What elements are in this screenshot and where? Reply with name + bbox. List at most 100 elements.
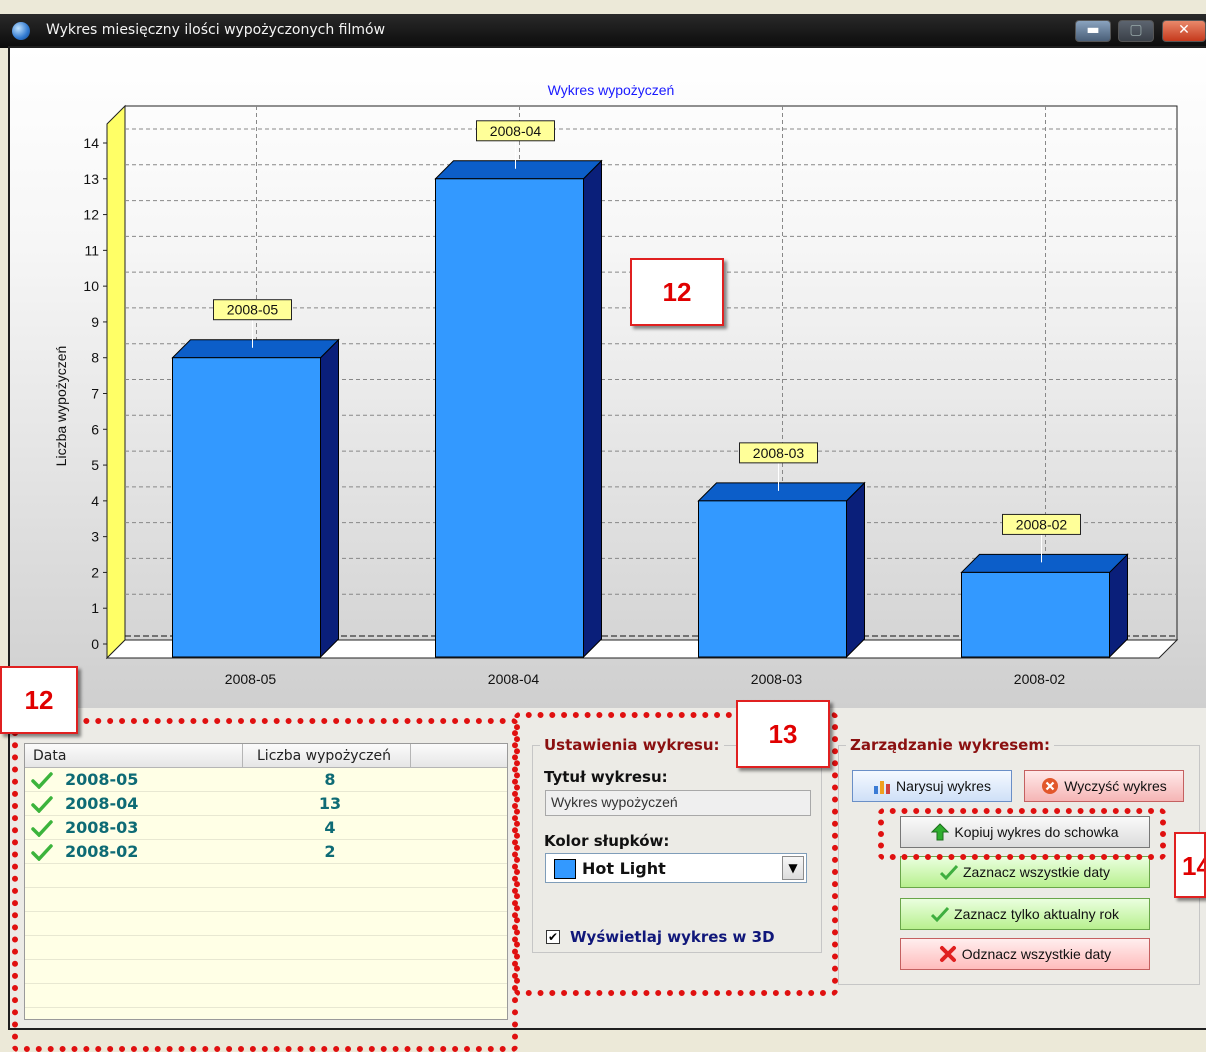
data-label: 2008-05 [227, 302, 279, 318]
y-tick-label: 3 [91, 529, 99, 545]
y-tick-label: 5 [91, 457, 99, 473]
settings-callout: 13 [736, 700, 830, 768]
table-row[interactable]: 2008-05 8 [25, 768, 507, 792]
row-count: 8 [324, 770, 336, 789]
bar [961, 571, 1110, 658]
copy-chart-button[interactable]: Kopiuj wykres do schowka [900, 816, 1150, 848]
data-label: 2008-02 [1016, 516, 1068, 532]
background-strip [0, 0, 1206, 14]
copy-chart-label: Kopiuj wykres do schowka [954, 824, 1119, 840]
deselect-all-dates-label: Odznacz wszystkie daty [961, 946, 1112, 962]
y-tick-label: 6 [91, 421, 99, 437]
row-date: 2008-02 [65, 842, 139, 861]
bar-top [171, 339, 340, 359]
app-icon [12, 22, 30, 40]
checkmark-icon [939, 864, 958, 881]
row-count: 4 [324, 818, 336, 837]
table-row[interactable]: 2008-04 13 [25, 792, 507, 816]
chart-icon [874, 781, 891, 794]
clear-chart-button[interactable]: Wyczyść wykres [1024, 770, 1184, 802]
y-tick-label: 9 [91, 314, 99, 330]
y-tick-label: 13 [83, 171, 99, 187]
select-all-dates-label: Zaznacz wszystkie daty [962, 864, 1111, 880]
table-row [25, 960, 507, 984]
column-header-date[interactable]: Data [25, 744, 243, 768]
row-date: 2008-04 [65, 794, 139, 813]
bar [698, 500, 847, 658]
checkmark-icon[interactable] [31, 795, 53, 813]
table-row [25, 1008, 507, 1019]
chart-left-wall [106, 104, 126, 660]
table-row[interactable]: 2008-03 4 [25, 816, 507, 840]
close-button[interactable]: ✕ [1162, 20, 1206, 42]
copy-callout-text: 14 [1182, 851, 1204, 881]
bar [172, 357, 321, 658]
row-count: 13 [318, 794, 342, 813]
checkmark-icon[interactable] [31, 843, 53, 861]
row-count: 2 [324, 842, 336, 861]
window-title: Wykres miesięczny ilości wypożyczonych f… [46, 22, 386, 38]
show-3d-label[interactable]: Wyświetlaj wykres w 3D [570, 928, 775, 946]
data-label: 2008-04 [490, 123, 542, 139]
bar [435, 178, 584, 658]
bar-chart: Wykres wypożyczeń Liczba wypożyczeń 0123… [53, 82, 1179, 687]
table-row [25, 888, 507, 912]
settings-group-title: Ustawienia wykresu: [540, 736, 724, 754]
table-row [25, 912, 507, 936]
table-row[interactable]: 2008-02 2 [25, 840, 507, 864]
checkmark-icon [931, 906, 950, 923]
x-tick-label: 2008-02 [1014, 671, 1066, 687]
list-callout: 12 [0, 666, 78, 734]
y-tick-label: 1 [91, 600, 99, 616]
bar-color-select[interactable]: Hot Light ▼ [545, 853, 807, 883]
y-tick-label: 12 [83, 207, 99, 223]
x-tick-label: 2008-04 [488, 671, 540, 687]
color-swatch [554, 859, 576, 879]
draw-chart-label: Narysuj wykres [896, 778, 991, 794]
management-group-title: Zarządzanie wykresem: [846, 736, 1054, 754]
x-tick-label: 2008-03 [751, 671, 803, 687]
chart-callout: 12 [630, 258, 724, 326]
select-all-dates-button[interactable]: Zaznacz wszystkie daty [900, 856, 1150, 888]
bar-color-label: Kolor słupków: [544, 832, 670, 850]
bar-side [846, 481, 865, 659]
bar-top [960, 553, 1129, 573]
checkmark-icon[interactable] [31, 819, 53, 837]
y-tick-label: 2 [91, 564, 99, 580]
column-header-count[interactable]: Liczba wypożyczeń [243, 744, 411, 768]
row-date: 2008-05 [65, 770, 139, 789]
table-row [25, 936, 507, 960]
window-titlebar[interactable]: Wykres miesięczny ilości wypożyczonych f… [0, 14, 1206, 48]
chart-area: Wykres wypożyczeń Liczba wypożyczeń 0123… [10, 48, 1206, 708]
chevron-down-icon[interactable]: ▼ [782, 856, 804, 880]
checkmark-icon[interactable] [31, 771, 53, 789]
y-tick-label: 11 [84, 242, 99, 258]
show-3d-checkbox[interactable]: ✔ [546, 930, 560, 944]
deselect-all-dates-button[interactable]: Odznacz wszystkie daty [900, 938, 1150, 970]
y-tick-label: 4 [91, 493, 99, 509]
table-row [25, 864, 507, 888]
chart-title-label: Tytuł wykresu: [544, 768, 668, 786]
y-tick-label: 8 [91, 350, 99, 366]
chart-title-input[interactable]: Wykres wypożyczeń [545, 790, 811, 816]
arrow-up-icon [931, 823, 950, 841]
column-header-empty [411, 744, 507, 768]
bar-side [320, 338, 339, 659]
maximize-icon: ▢ [1129, 22, 1143, 38]
dates-list-view[interactable]: Data Liczba wypożyczeń 2008-05 8 2008-04 13… [24, 743, 508, 1020]
x-tick-label: 2008-05 [225, 671, 277, 687]
bar-top [697, 482, 866, 502]
select-current-year-button[interactable]: Zaznacz tylko aktualny rok [900, 898, 1150, 930]
draw-chart-button[interactable]: Narysuj wykres [852, 770, 1012, 802]
bar-side [583, 159, 602, 659]
minimize-button[interactable]: ▬ [1075, 20, 1111, 42]
copy-callout: 14 [1174, 832, 1206, 898]
red-x-icon [939, 946, 956, 962]
clear-icon [1042, 778, 1059, 794]
maximize-button: ▢ [1118, 20, 1154, 42]
y-tick-label: 10 [83, 278, 99, 294]
bar-color-value: Hot Light [582, 859, 666, 878]
y-tick-label: 14 [83, 135, 99, 151]
bar-top [434, 160, 603, 180]
table-row [25, 984, 507, 1008]
